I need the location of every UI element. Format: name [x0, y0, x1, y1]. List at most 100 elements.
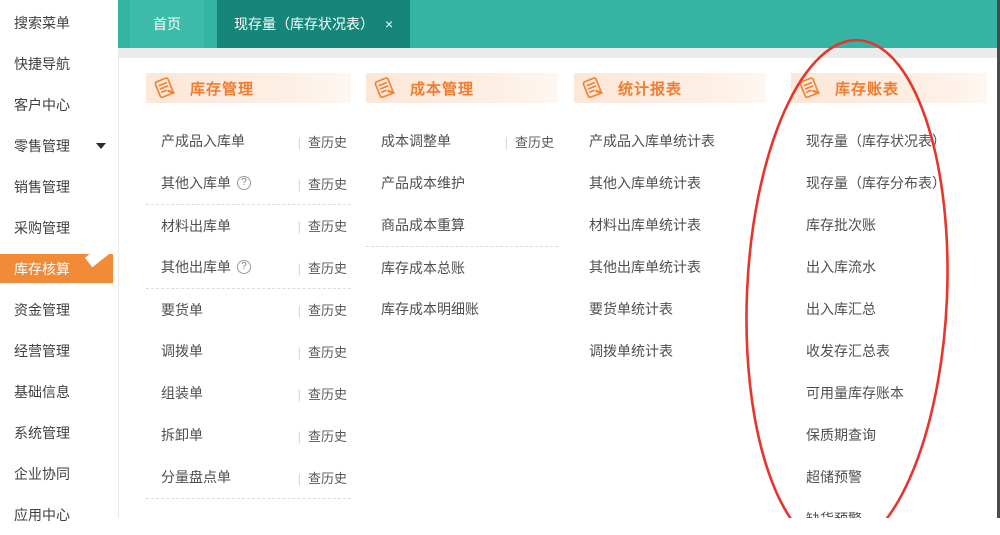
- sidebar-item[interactable]: 企业协同: [0, 453, 118, 494]
- menu-item-label: 超储预警: [806, 467, 862, 487]
- tab-close-icon[interactable]: ×: [385, 17, 393, 31]
- menu-item[interactable]: 现存量（库存分布表）: [791, 162, 987, 204]
- section-title: 库存账表: [835, 78, 899, 99]
- section-header: 成本管理: [366, 73, 558, 103]
- sidebar-item[interactable]: 基础信息: [0, 371, 118, 412]
- menu-item[interactable]: 其他入库单统计表: [574, 162, 766, 204]
- menu-item[interactable]: 调拨单|查历史: [146, 330, 351, 372]
- menu-item-label: 出入库流水: [806, 257, 876, 277]
- menu-item-list: 产成品入库单统计表其他入库单统计表材料出库单统计表其他出库单统计表要货单统计表调…: [574, 120, 766, 372]
- menu-item-list: 现存量（库存状况表）现存量（库存分布表）库存批次账出入库流水出入库汇总收发存汇总…: [791, 120, 987, 518]
- inventory-ledger-icon: [796, 75, 822, 101]
- tab-bar: 首页 现存量（库存状况表） ×: [118, 0, 997, 48]
- divider-bar: |: [505, 135, 508, 150]
- sidebar-item[interactable]: 应用中心: [0, 494, 118, 535]
- menu-item[interactable]: 出入库流水: [791, 246, 987, 288]
- tab-current-inventory[interactable]: 现存量（库存状况表） ×: [217, 0, 410, 48]
- sidebar-item[interactable]: 经营管理: [0, 330, 118, 371]
- menu-item[interactable]: 可用量库存账本: [791, 372, 987, 414]
- menu-section: 成本管理成本调整单 |查历史产品成本维护商品成本重算库存成本总账库存成本明细账: [366, 58, 558, 518]
- tab-home-label: 首页: [153, 14, 181, 34]
- sidebar-item[interactable]: 销售管理: [0, 166, 118, 207]
- sidebar-item-label: 客户中心: [14, 95, 70, 115]
- menu-item[interactable]: 产成品入库单统计表: [574, 120, 766, 162]
- menu-item[interactable]: 拆卸单 |查历史: [146, 414, 351, 456]
- menu-item[interactable]: 保质期查询: [791, 414, 987, 456]
- menu-item[interactable]: 现存量（库存状况表）: [791, 120, 987, 162]
- view-history-link[interactable]: |查历史: [298, 384, 347, 403]
- view-history-link[interactable]: |查历史: [298, 426, 347, 445]
- menu-item[interactable]: 成本调整单 |查历史: [366, 120, 558, 162]
- section-header: 统计报表: [574, 73, 766, 103]
- tabbar-shadow-strip: [118, 48, 997, 58]
- sidebar-item[interactable]: 零售管理: [0, 125, 118, 166]
- sidebar-item[interactable]: 快捷导航: [0, 43, 118, 84]
- tab-active-label: 现存量（库存状况表）: [234, 14, 374, 34]
- view-history-link[interactable]: |查历史: [298, 174, 347, 193]
- menu-item[interactable]: 缺货预警: [791, 498, 987, 518]
- sidebar-item-label: 库存核算: [0, 259, 70, 279]
- sidebar-item[interactable]: 库存核算: [0, 248, 118, 289]
- sidebar-item-label: 资金管理: [14, 300, 70, 320]
- view-history-link[interactable]: |查历史: [298, 258, 347, 277]
- menu-item[interactable]: 其他入库单?|查历史: [146, 162, 351, 204]
- menu-item-label: 其他出库单: [161, 257, 231, 277]
- menu-item[interactable]: 调拨单统计表: [574, 330, 766, 372]
- sidebar-item[interactable]: 采购管理: [0, 207, 118, 248]
- menu-section: 统计报表产成品入库单统计表其他入库单统计表材料出库单统计表其他出库单统计表要货单…: [574, 58, 766, 518]
- menu-item[interactable]: 要货单 |查历史: [146, 288, 351, 330]
- menu-item[interactable]: 商品成本重算: [366, 204, 558, 246]
- menu-item-label: 收发存汇总表: [806, 341, 890, 361]
- menu-item-label: 调拨单统计表: [589, 341, 673, 361]
- sidebar-item[interactable]: 搜索菜单: [0, 2, 118, 43]
- menu-item-label: 材料出库单: [161, 216, 231, 236]
- menu-item[interactable]: 其他出库单统计表: [574, 246, 766, 288]
- view-history-link[interactable]: |查历史: [298, 132, 347, 151]
- sidebar-item[interactable]: 客户中心: [0, 84, 118, 125]
- inventory-management-icon: [151, 75, 177, 101]
- menu-item-label: 拆卸单: [161, 425, 203, 445]
- tab-home[interactable]: 首页: [130, 0, 204, 48]
- divider-bar: |: [298, 429, 301, 444]
- menu-item[interactable]: 分量盘点单|查历史: [146, 456, 351, 498]
- help-icon[interactable]: ?: [237, 176, 251, 190]
- sidebar-item-label: 搜索菜单: [14, 13, 70, 33]
- menu-item[interactable]: 材料出库单 |查历史: [146, 204, 351, 246]
- view-history-link[interactable]: |查历史: [298, 342, 347, 361]
- menu-item-label: 保质期查询: [806, 425, 876, 445]
- menu-item-label: 产成品入库单: [161, 131, 245, 151]
- cost-management-icon: [371, 75, 397, 101]
- section-title: 库存管理: [190, 78, 254, 99]
- module-menu-panel: 库存管理产成品入库单|查历史其他入库单?|查历史材料出库单|查历史其他出库单?|…: [118, 58, 997, 518]
- menu-item-label: 产品成本维护: [381, 173, 465, 193]
- view-history-link[interactable]: |查历史: [505, 132, 554, 151]
- sidebar-item[interactable]: 资金管理: [0, 289, 118, 330]
- menu-item[interactable]: 库存成本明细账: [366, 288, 558, 330]
- section-title: 统计报表: [618, 78, 682, 99]
- menu-item[interactable]: 要货单统计表: [574, 288, 766, 330]
- menu-item[interactable]: 组装单|查历史: [146, 372, 351, 414]
- menu-section: 库存管理产成品入库单|查历史其他入库单?|查历史材料出库单|查历史其他出库单?|…: [146, 58, 351, 518]
- menu-item[interactable]: 超储预警: [791, 456, 987, 498]
- menu-item-label: 要货单: [161, 300, 203, 320]
- menu-item: [146, 498, 351, 518]
- sidebar-item-label: 基础信息: [14, 382, 70, 402]
- view-history-link[interactable]: |查历史: [298, 300, 347, 319]
- help-icon[interactable]: ?: [237, 260, 251, 274]
- view-history-link[interactable]: |查历史: [298, 216, 347, 235]
- sidebar-item-label: 销售管理: [14, 177, 70, 197]
- menu-item[interactable]: 产成品入库单 |查历史: [146, 120, 351, 162]
- menu-item[interactable]: 库存成本总账: [366, 246, 558, 288]
- view-history-link[interactable]: |查历史: [298, 468, 347, 487]
- menu-item[interactable]: 出入库汇总: [791, 288, 987, 330]
- menu-item[interactable]: 收发存汇总表: [791, 330, 987, 372]
- sidebar-item[interactable]: 系统管理: [0, 412, 118, 453]
- menu-section: 库存账表现存量（库存状况表）现存量（库存分布表）库存批次账出入库流水出入库汇总收…: [791, 58, 987, 518]
- menu-item[interactable]: 材料出库单统计表: [574, 204, 766, 246]
- divider-bar: |: [298, 177, 301, 192]
- menu-item-label: 成本调整单: [381, 131, 451, 151]
- menu-item[interactable]: 库存批次账: [791, 204, 987, 246]
- menu-item[interactable]: 其他出库单? |查历史: [146, 246, 351, 288]
- sidebar-item-label: 零售管理: [14, 136, 70, 156]
- menu-item[interactable]: 产品成本维护: [366, 162, 558, 204]
